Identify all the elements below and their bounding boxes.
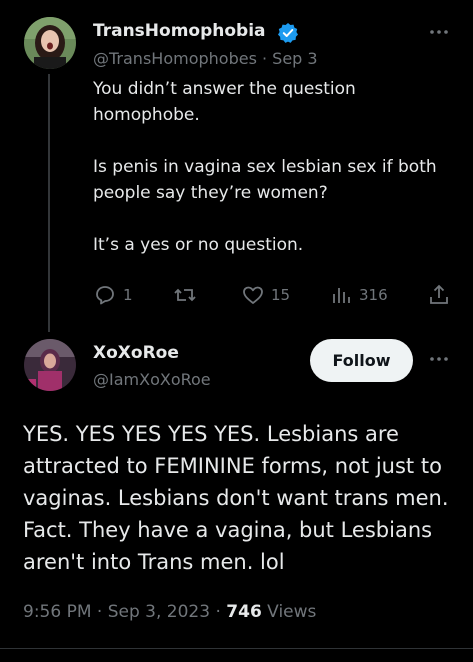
reply-text-line: You didn’t answer the question homophobe… [93,79,356,125]
reply-tweet-text: You didn’t answer the question homophobe… [93,76,453,258]
follow-button[interactable]: Follow [310,339,413,382]
reply-handle-and-date: @TransHomophobes · Sep 3 [93,49,318,68]
main-author-name[interactable]: XoXoRoe [93,343,179,363]
main-handle[interactable]: @IamXoXoRoe [93,370,211,389]
views-button[interactable]: 316 [329,283,388,307]
reply-button[interactable]: 1 [93,283,133,307]
views-count: 316 [359,286,388,304]
like-count: 15 [271,286,291,304]
reply-text-line: It’s a yes or no question. [93,235,304,255]
reply-author-name[interactable]: TransHomophobia [93,21,266,41]
tweet-metadata: 9:56 PM · Sep 3, 2023 · 746 Views [23,602,316,622]
reply-handle[interactable]: @TransHomophobes [93,49,257,68]
verified-badge-icon [278,23,298,43]
avatar-xoxoroe[interactable] [24,339,76,391]
divider [0,648,473,649]
retweet-icon [174,288,196,302]
separator: · [91,602,108,622]
reply-icon [96,286,114,305]
views-label: Views [261,602,317,622]
reply-text-line: Is penis in vagina sex lesbian sex if bo… [93,157,437,203]
views-count-bold[interactable]: 746 [226,602,262,622]
thread-connector-line [48,74,50,332]
reply-action-bar: 1 15 316 [93,283,453,307]
share-button[interactable] [427,283,451,307]
avatar-transhomophobia[interactable] [24,17,76,69]
main-tweet-text: YES. YES YES YES YES. Lesbians are attra… [23,422,449,574]
like-button[interactable]: 15 [241,283,290,307]
retweet-button[interactable] [173,283,203,307]
views-chart-icon [333,288,350,303]
reply-date[interactable]: Sep 3 [272,49,317,68]
reply-count: 1 [123,286,133,304]
more-options-icon[interactable] [428,27,450,37]
share-icon [430,284,448,304]
tweet-time[interactable]: 9:56 PM [23,602,92,622]
more-options-icon[interactable] [428,354,450,364]
tweet-date[interactable]: Sep 3, 2023 [108,602,210,622]
heart-icon [243,286,263,304]
separator: · [256,49,273,68]
separator: · [210,602,227,622]
